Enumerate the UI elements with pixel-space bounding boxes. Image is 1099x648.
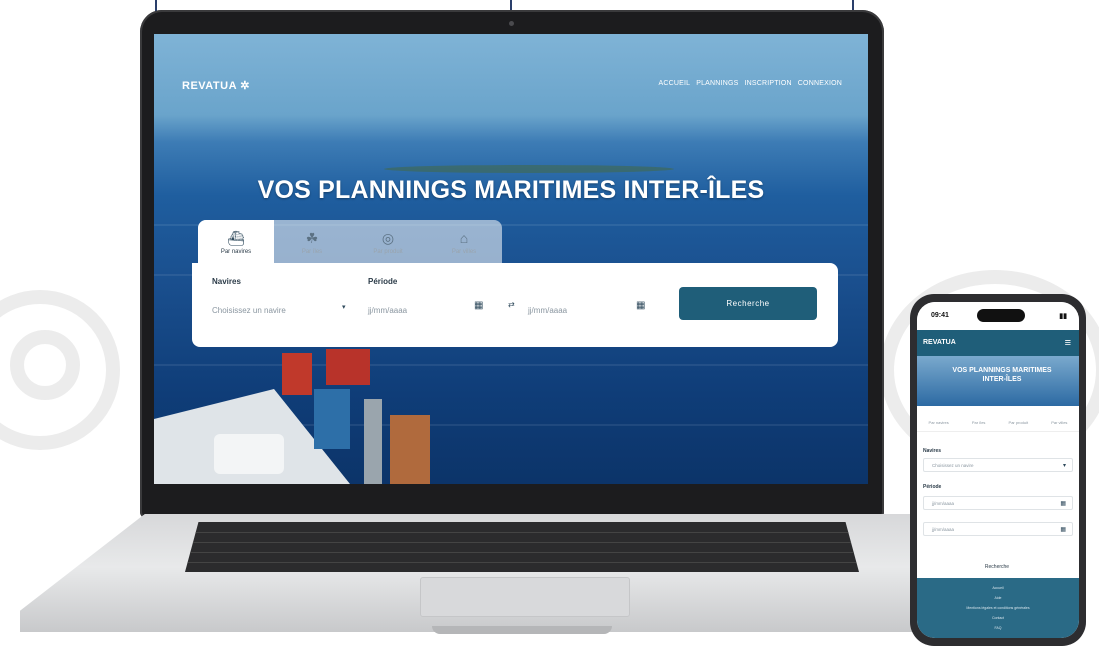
- nav-item-plannings[interactable]: PLANNINGS: [696, 80, 738, 87]
- red-container: [282, 353, 312, 395]
- key-row: [185, 552, 859, 553]
- navires-label: Navires: [212, 277, 241, 286]
- footer-link-aide[interactable]: Aide: [917, 596, 1079, 600]
- logo-text: REVATUA: [182, 80, 237, 92]
- frame-line-center: [510, 0, 512, 10]
- red-container: [326, 349, 370, 385]
- phone-hero-title: VOS PLANNINGS MARITIMES INTER-ÎLES: [952, 367, 1052, 383]
- nav-item-inscription[interactable]: INSCRIPTION: [744, 80, 791, 87]
- date-end-placeholder: jj/mm/aaaa: [528, 305, 568, 315]
- phone-navbar: REVATUA ≡: [917, 330, 1079, 356]
- phone-logo[interactable]: REVATUA: [923, 339, 956, 346]
- white-boat: [214, 434, 284, 474]
- phone-tab-par-iles[interactable]: Par îles: [972, 414, 986, 431]
- calendar-icon[interactable]: ▦: [636, 300, 645, 311]
- camera-icon: [509, 21, 514, 26]
- key-row: [185, 562, 859, 563]
- navires-select[interactable]: Choisissez un navire: [212, 298, 352, 322]
- search-tabs: ⛴ Par navires ☘ Par îles ◎ Par produit ⌂…: [198, 220, 502, 265]
- logo-mark-icon: ✲: [240, 80, 250, 92]
- trackpad: [420, 577, 630, 617]
- city-icon: ⌂: [459, 230, 469, 246]
- phone-status-bar: 09:41 ▮▮: [917, 302, 1079, 330]
- background-swirl-left-inner: [10, 330, 80, 400]
- footer-link-mentions[interactable]: Mentions légales et conditions générales: [917, 606, 1079, 610]
- calendar-icon[interactable]: ▦: [1060, 526, 1066, 533]
- phone-search-button[interactable]: Recherche: [957, 560, 1037, 574]
- tab-par-navires[interactable]: ⛴ Par navires: [198, 220, 274, 265]
- tab-par-iles[interactable]: ☘ Par îles: [274, 220, 350, 265]
- horizon-island: [384, 165, 674, 173]
- phone-date-start-placeholder: jj/mm/aaaa: [932, 501, 955, 506]
- box-icon: ◎: [381, 230, 395, 246]
- phone-navires-label: Navires: [923, 448, 942, 454]
- chevron-down-icon: ▾: [342, 304, 346, 311]
- main-nav: ACCUEIL PLANNINGS INSCRIPTION CONNEXION: [658, 80, 842, 87]
- orange-cargo: [390, 415, 430, 484]
- phone-footer: Accueil Aide Mentions légales et conditi…: [917, 578, 1079, 638]
- status-time: 09:41: [931, 312, 949, 319]
- tab-par-villes[interactable]: ⌂ Par villes: [426, 220, 502, 265]
- arrow-right-icon: ⇄: [508, 300, 515, 309]
- blue-container: [314, 389, 350, 449]
- footer-link-accueil[interactable]: Accueil: [917, 586, 1079, 590]
- grey-crane: [364, 399, 382, 484]
- tab-label: Par produit: [373, 249, 403, 255]
- tab-label: Par îles: [301, 249, 323, 255]
- laptop-hinge-notch: [432, 626, 612, 634]
- battery-icon: ▮▮: [1059, 313, 1067, 320]
- date-end-input[interactable]: jj/mm/aaaa: [528, 298, 648, 322]
- hero-title: VOS PLANNINGS MARITIMES INTER-ÎLES: [257, 176, 765, 204]
- site-logo[interactable]: REVATUA ✲: [182, 79, 250, 92]
- date-start-input[interactable]: jj/mm/aaaa: [368, 298, 488, 322]
- phone-date-start-input[interactable]: jj/mm/aaaa ▦: [923, 496, 1073, 510]
- tab-label: Par villes: [451, 249, 477, 255]
- ship-deck-image: [154, 339, 484, 484]
- search-form: Navires Choisissez un navire ▾ Période j…: [192, 263, 838, 347]
- navires-placeholder: Choisissez un navire: [212, 305, 286, 315]
- calendar-icon[interactable]: ▦: [474, 300, 483, 311]
- ship-icon: ⛴: [227, 230, 245, 246]
- phone-search-tabs: Par navires Par îles Par produit Par vil…: [917, 414, 1079, 432]
- footer-link-faq[interactable]: FAQ: [917, 626, 1079, 630]
- phone-date-end-input[interactable]: jj/mm/aaaa ▦: [923, 522, 1073, 536]
- nav-item-accueil[interactable]: ACCUEIL: [658, 80, 690, 87]
- key-row: [185, 532, 859, 533]
- footer-link-contact[interactable]: Contact: [917, 616, 1079, 620]
- keyboard: [185, 522, 859, 572]
- laptop-screen: REVATUA ✲ ACCUEIL PLANNINGS INSCRIPTION …: [154, 34, 868, 484]
- date-start-placeholder: jj/mm/aaaa: [368, 305, 408, 315]
- menu-icon[interactable]: ≡: [1065, 337, 1071, 349]
- periode-label: Période: [368, 277, 398, 286]
- tab-label: Par navires: [220, 249, 252, 255]
- phone-date-end-placeholder: jj/mm/aaaa: [932, 527, 955, 532]
- phone-tab-par-produit[interactable]: Par produit: [1009, 414, 1029, 431]
- phone-navires-select[interactable]: Choisissez un navire ▾: [923, 458, 1073, 472]
- chevron-down-icon: ▾: [1062, 463, 1066, 469]
- phone-navires-placeholder: Choisissez un navire: [932, 463, 974, 468]
- nav-item-connexion[interactable]: CONNEXION: [798, 80, 842, 87]
- key-row: [185, 542, 859, 543]
- island-icon: ☘: [305, 230, 319, 246]
- phone-tab-par-villes[interactable]: Par villes: [1051, 414, 1067, 431]
- tab-par-produit[interactable]: ◎ Par produit: [350, 220, 426, 265]
- phone-periode-label: Période: [923, 484, 942, 490]
- phone-tab-par-navires[interactable]: Par navires: [929, 414, 949, 431]
- phone-hero: VOS PLANNINGS MARITIMES INTER-ÎLES: [917, 356, 1079, 406]
- dynamic-island: [977, 309, 1025, 322]
- search-button[interactable]: Recherche: [679, 287, 817, 320]
- phone-screen: 09:41 ▮▮ REVATUA ≡ VOS PLANNINGS MARITIM…: [917, 302, 1079, 638]
- calendar-icon[interactable]: ▦: [1060, 500, 1066, 507]
